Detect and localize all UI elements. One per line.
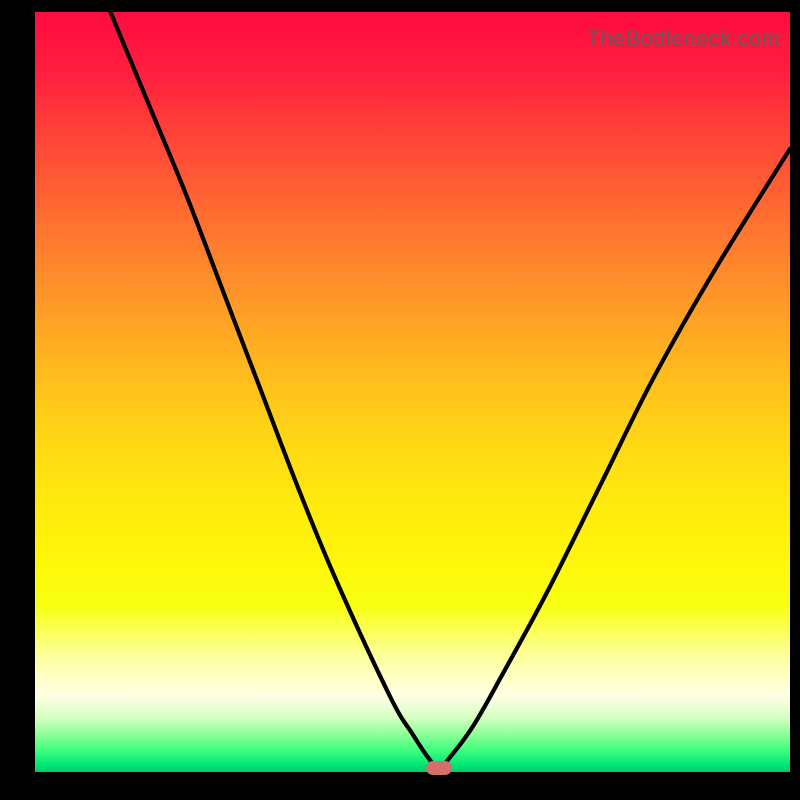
plot-area: TheBottleneck.com [35,12,790,772]
bottleneck-curve [35,12,790,772]
optimal-balance-marker [426,761,452,775]
chart-frame: TheBottleneck.com [0,0,800,800]
curve-path [111,12,791,768]
